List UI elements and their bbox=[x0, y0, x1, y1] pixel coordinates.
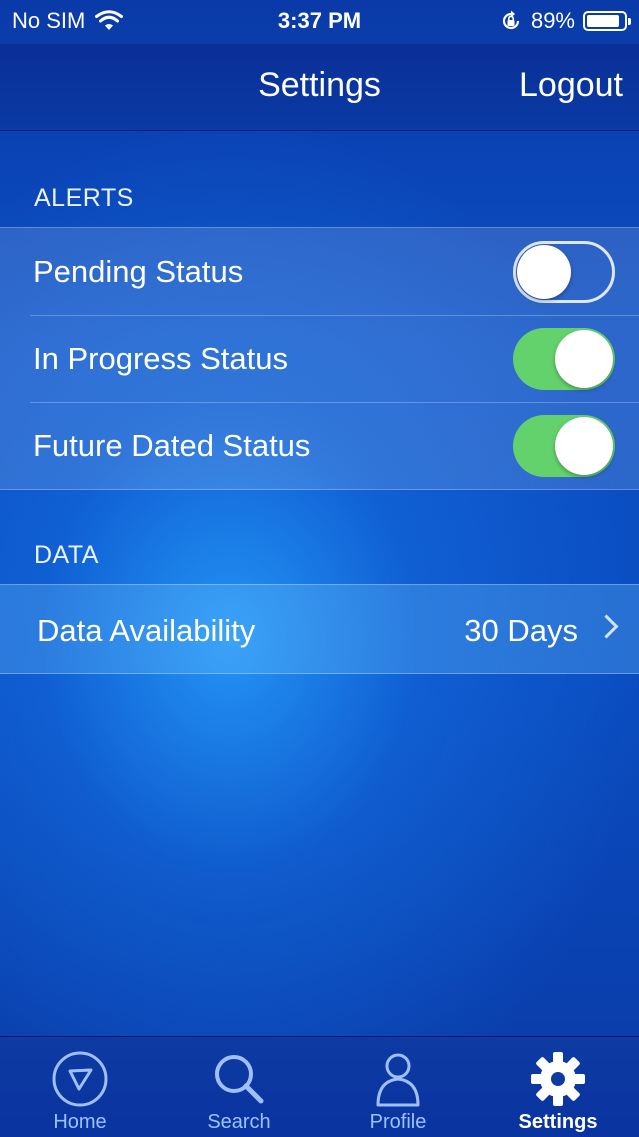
alert-row-future-dated: Future Dated Status bbox=[0, 402, 639, 489]
data-availability-label: Data Availability bbox=[37, 613, 256, 648]
toggle-knob bbox=[555, 330, 613, 388]
status-bar: No SIM 3:37 PM 89% bbox=[0, 0, 639, 44]
alert-row-in-progress: In Progress Status bbox=[0, 315, 639, 402]
alert-label: In Progress Status bbox=[33, 341, 289, 376]
chevron-right-icon bbox=[594, 614, 619, 639]
alert-label: Pending Status bbox=[33, 254, 244, 289]
tab-label: Settings bbox=[518, 1111, 598, 1133]
battery-fill bbox=[587, 15, 619, 27]
in-progress-status-toggle[interactable] bbox=[513, 328, 615, 390]
toggle-knob bbox=[517, 245, 571, 299]
gear-icon bbox=[531, 1052, 585, 1106]
navigation-arrow-icon bbox=[52, 1051, 108, 1107]
battery-icon bbox=[583, 11, 631, 31]
person-icon bbox=[376, 1053, 420, 1107]
tab-label: Home bbox=[53, 1111, 107, 1133]
tab-home[interactable]: Home bbox=[0, 1037, 160, 1137]
rotation-lock-icon bbox=[502, 10, 520, 30]
alert-label: Future Dated Status bbox=[33, 428, 311, 463]
navigation-bar: Settings Logout bbox=[0, 44, 639, 131]
data-availability-row[interactable]: Data Availability 30 Days bbox=[0, 584, 639, 674]
pending-status-toggle[interactable] bbox=[513, 241, 615, 303]
magnifier-icon bbox=[215, 1055, 264, 1104]
tab-profile[interactable]: Profile bbox=[318, 1037, 478, 1137]
alerts-section-header: ALERTS bbox=[34, 184, 134, 212]
tab-settings[interactable]: Settings bbox=[478, 1037, 638, 1137]
tab-label: Search bbox=[207, 1111, 271, 1133]
toggle-knob bbox=[555, 417, 613, 475]
future-dated-status-toggle[interactable] bbox=[513, 415, 615, 477]
tab-label: Profile bbox=[369, 1111, 427, 1133]
tab-search[interactable]: Search bbox=[159, 1037, 319, 1137]
data-availability-value: 30 Days bbox=[464, 613, 578, 648]
data-section-header: DATA bbox=[34, 541, 99, 569]
status-right: 89% bbox=[499, 8, 631, 34]
tab-bar: Home Search Profile Settings bbox=[0, 1036, 639, 1137]
battery-percent: 89% bbox=[530, 8, 575, 33]
logout-button[interactable]: Logout bbox=[519, 66, 623, 105]
alerts-group: Pending Status In Progress Status Future… bbox=[0, 227, 639, 490]
alert-row-pending: Pending Status bbox=[0, 228, 639, 315]
